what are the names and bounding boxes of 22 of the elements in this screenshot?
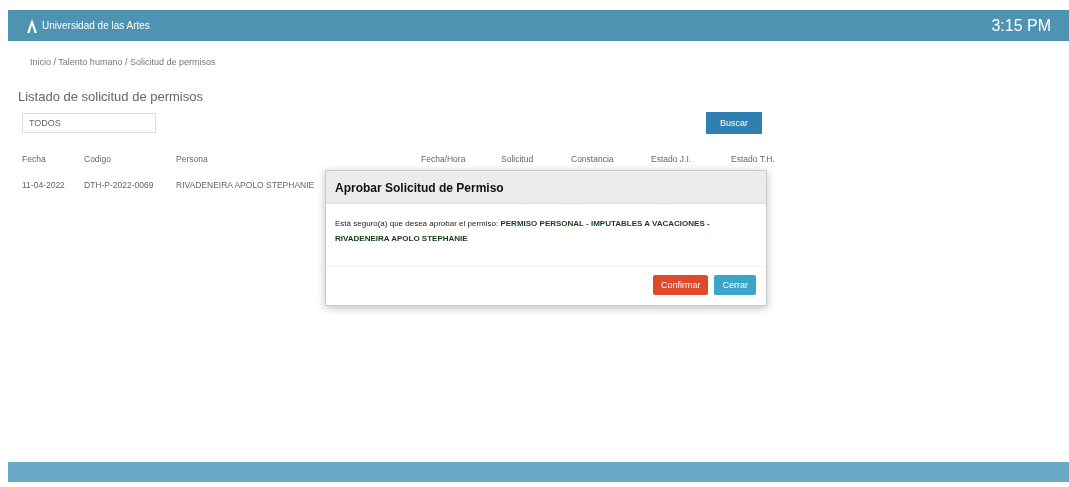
close-button[interactable]: Cerrar: [714, 275, 756, 296]
table-cell: RIVADENEIRA APOLO STEPHANIE: [176, 180, 315, 190]
brand-name: Universidad de las Artes: [42, 20, 150, 31]
column-header: Fecha/Hora: [421, 154, 466, 164]
table-cell: 11-04-2022: [22, 180, 65, 190]
table-cell: DTH-P-2022-0069: [84, 180, 154, 190]
confirm-button[interactable]: Confirmar: [652, 275, 709, 296]
search-button[interactable]: Buscar: [706, 112, 762, 134]
column-header: Persona: [176, 154, 208, 164]
modal-title: Aprobar Solicitud de Permiso: [335, 181, 504, 195]
column-header: Estado T.H.: [731, 154, 775, 164]
page-title: Listado de solicitud de permisos: [18, 89, 204, 104]
status-select[interactable]: TODOS: [22, 113, 156, 133]
logo-icon: [26, 18, 38, 33]
column-header: Constancia: [571, 154, 614, 164]
breadcrumb[interactable]: Inicio / Talento humano / Solicitud de permisos: [30, 57, 1069, 67]
column-header: Fecha: [22, 154, 46, 164]
clock-time: 3:15 PM: [991, 16, 1051, 35]
column-header: Solicitud: [501, 154, 534, 164]
confirm-message: Está seguro(a) que desea aprobar el permiso: PERMISO PERSONAL - IMPUTABLES A VACACIONES - RIVADENEIRA APOLO STEPHANIE: [335, 219, 710, 244]
column-header: Codigo: [84, 154, 111, 164]
column-header: Estado J.I.: [651, 154, 692, 164]
